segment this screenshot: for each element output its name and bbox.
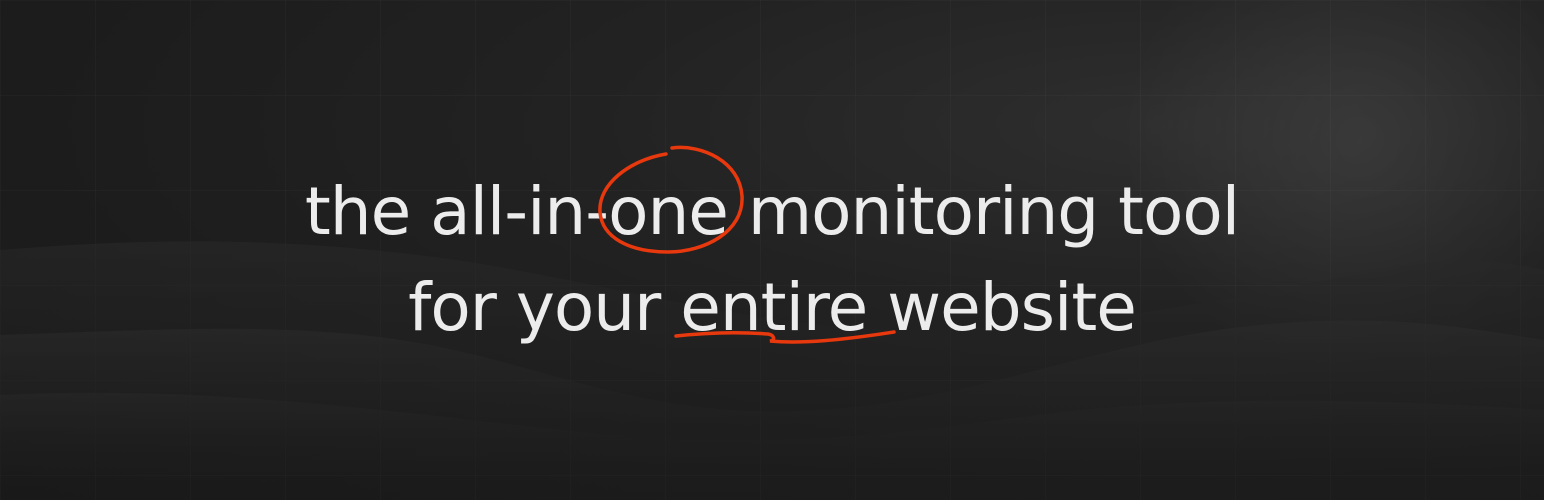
headline-line-2-after: website [867, 269, 1137, 346]
highlight-entire: entire [674, 260, 896, 356]
highlight-entire-text: entire [680, 269, 868, 346]
headline-line-1-before: the all-in- [304, 173, 609, 250]
highlight-one: one [598, 145, 744, 260]
headline-line-2: for your entire website [0, 260, 1544, 356]
headline-line-1: the all-in-one monitoring tool [0, 145, 1544, 260]
headline-line-1-after: monitoring tool [727, 173, 1240, 250]
hero-banner: the all-in-one monitoring tool for your … [0, 0, 1544, 500]
headline-line-2-before: for your [408, 269, 681, 346]
highlight-one-text: one [608, 173, 729, 250]
headline: the all-in-one monitoring tool for your … [0, 145, 1544, 356]
